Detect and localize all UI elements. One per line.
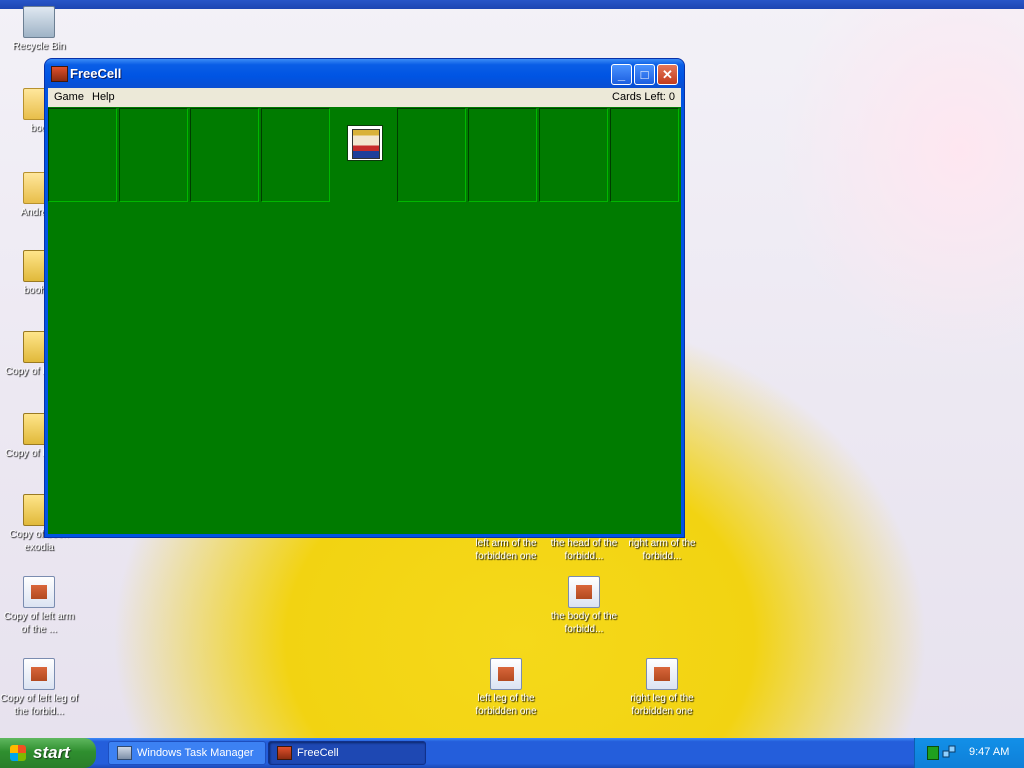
clock[interactable]: 9:47 AM — [969, 746, 1009, 758]
taskbar-item-label: Windows Task Manager — [137, 747, 254, 759]
desktop-icon-label: left arm of the forbidden one — [475, 538, 537, 562]
home-cell-3[interactable] — [539, 108, 608, 202]
desktop-icon-label: the head of the forbidd... — [550, 538, 618, 562]
recycle-bin-icon — [23, 6, 55, 38]
window-title: FreeCell — [70, 66, 122, 81]
free-cell-1[interactable] — [48, 108, 117, 202]
desktop-icon-image[interactable]: the head of the forbidd... — [545, 537, 623, 563]
desktop-icon-label: Recycle Bin — [12, 41, 66, 52]
close-icon: ✕ — [662, 67, 673, 82]
freecell-app-icon — [51, 66, 68, 82]
taskbar: start Windows Task Manager FreeCell 9:47… — [0, 738, 1024, 768]
maximize-icon: □ — [640, 67, 649, 82]
minimize-icon: _ — [617, 67, 626, 82]
menu-game[interactable]: Game — [54, 91, 84, 103]
home-cell-2[interactable] — [468, 108, 537, 202]
menu-bar: Game Help Cards Left: 0 — [48, 88, 681, 107]
desktop-icon-image[interactable]: left leg of the forbidden one — [467, 658, 545, 718]
desktop-icon-label: right leg of the forbidden one — [630, 693, 694, 717]
freecell-icon — [277, 746, 292, 760]
home-cell-4[interactable] — [610, 108, 679, 202]
desktop-icon-image[interactable]: left arm of the forbidden one — [467, 537, 545, 563]
minimize-button[interactable]: _ — [611, 64, 632, 85]
desktop-icon-label: right arm of the forbidd... — [628, 538, 696, 562]
cards-left-counter: Cards Left: 0 — [612, 91, 675, 103]
maximize-button[interactable]: □ — [634, 64, 655, 85]
desktop-icon-image[interactable]: the body of the forbidd... — [545, 576, 623, 636]
taskbar-item-label: FreeCell — [297, 747, 339, 759]
taskbar-item-task-manager[interactable]: Windows Task Manager — [108, 741, 266, 765]
desktop-icon-recycle-bin[interactable]: Recycle Bin — [0, 6, 78, 53]
free-cell-4[interactable] — [261, 108, 330, 202]
desktop-icon-image[interactable]: right arm of the forbidd... — [623, 537, 701, 563]
free-cell-3[interactable] — [190, 108, 259, 202]
close-button[interactable]: ✕ — [657, 64, 678, 85]
desktop-top-strip — [0, 0, 1024, 9]
freecell-window: FreeCell _ □ ✕ Game Help Cards Left: 0 — [45, 59, 684, 537]
start-button[interactable]: start — [0, 738, 96, 768]
king-face-art — [352, 129, 380, 159]
desktop-icon-label: Copy of left leg of the forbid... — [0, 693, 78, 717]
image-file-icon — [646, 658, 678, 690]
start-label: start — [33, 743, 70, 762]
taskbar-item-freecell[interactable]: FreeCell — [268, 741, 426, 765]
tray-task-manager-icon[interactable] — [927, 746, 939, 760]
menu-help[interactable]: Help — [92, 91, 115, 103]
window-titlebar[interactable]: FreeCell _ □ ✕ — [45, 59, 684, 88]
desktop-icon-image[interactable]: right leg of the forbidden one — [623, 658, 701, 718]
image-file-icon — [490, 658, 522, 690]
free-cell-2[interactable] — [119, 108, 188, 202]
windows-logo-icon — [10, 745, 26, 761]
desktop-icon-image[interactable]: Copy of left leg of the forbid... — [0, 658, 78, 718]
system-tray: 9:47 AM — [914, 738, 1024, 768]
home-cell-1[interactable] — [397, 108, 466, 202]
network-icon[interactable] — [942, 745, 956, 759]
task-manager-icon — [117, 746, 132, 760]
image-file-icon — [23, 658, 55, 690]
game-board[interactable] — [48, 107, 681, 534]
image-file-icon — [568, 576, 600, 608]
desktop-icon-label: the body of the forbidd... — [550, 611, 618, 635]
desktop-icon-label: left leg of the forbidden one — [475, 693, 537, 717]
desktop-icon-label: Copy of left arm of the ... — [3, 611, 75, 635]
desktop-icon-image[interactable]: Copy of left arm of the ... — [0, 576, 78, 636]
king-face-icon — [347, 125, 383, 161]
image-file-icon — [23, 576, 55, 608]
